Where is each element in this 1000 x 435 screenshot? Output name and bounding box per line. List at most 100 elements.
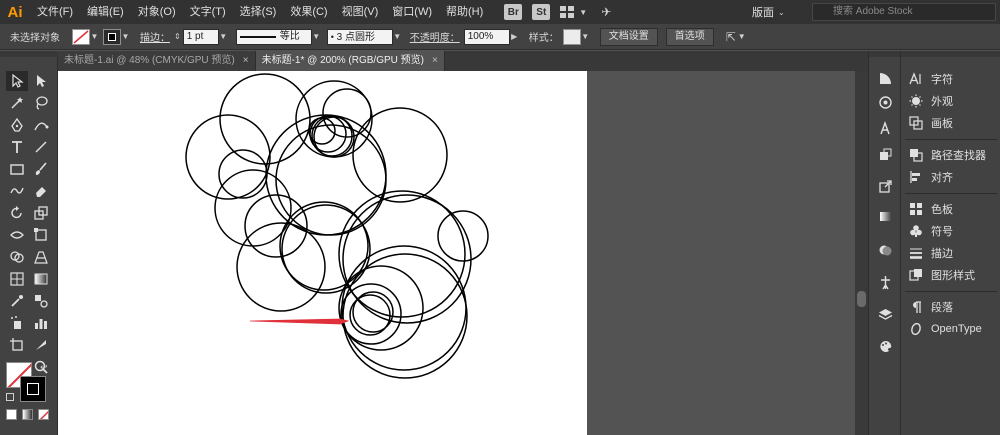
free-transform-tool-icon[interactable] <box>30 225 52 245</box>
fill-swatch[interactable] <box>72 28 90 45</box>
transparency-icon[interactable] <box>875 241 895 259</box>
panel-paragraph[interactable]: 段落 <box>909 297 953 317</box>
menu-window[interactable]: 窗口(W) <box>385 0 439 24</box>
menu-help[interactable]: 帮助(H) <box>439 0 490 24</box>
selection-tool-icon[interactable] <box>6 71 28 91</box>
color-palette-icon[interactable] <box>875 337 895 355</box>
search-input[interactable]: 搜索 Adobe Stock <box>812 3 996 21</box>
line-tool-icon[interactable] <box>30 137 52 157</box>
puppet-warp-icon[interactable] <box>875 273 895 291</box>
character-styles-icon[interactable] <box>875 119 895 137</box>
perspective-grid-tool-icon[interactable] <box>30 247 52 267</box>
panel-artboards[interactable]: 画板 <box>909 113 953 133</box>
stepper-icon[interactable]: ⇕ <box>174 32 181 41</box>
panel-opentype[interactable]: OpenType <box>909 319 982 339</box>
menu-object[interactable]: 对象(O) <box>131 0 183 24</box>
gradient-panel-icon[interactable] <box>875 207 895 225</box>
appearance-eye-icon[interactable] <box>875 93 895 111</box>
brush-definition[interactable]: • 3 点圆形 <box>326 28 393 45</box>
bridge-button[interactable]: Br <box>504 4 523 20</box>
close-icon[interactable]: × <box>432 51 438 71</box>
artboard[interactable] <box>58 71 587 435</box>
mesh-tool-icon[interactable] <box>6 269 28 289</box>
chevron-down-icon[interactable]: ▼ <box>738 32 746 41</box>
image-trace-icon[interactable] <box>875 145 895 163</box>
export-icon[interactable] <box>875 177 895 195</box>
panel-stroke[interactable]: 描边 <box>909 243 953 263</box>
close-icon[interactable]: × <box>243 51 249 71</box>
menu-file[interactable]: 文件(F) <box>30 0 80 24</box>
eraser-tool-icon[interactable] <box>30 181 52 201</box>
menu-edit[interactable]: 编辑(E) <box>80 0 131 24</box>
scale-tool-icon[interactable] <box>30 203 52 223</box>
panel-pathfinder[interactable]: 路径查找器 <box>909 145 986 165</box>
default-fill-stroke-icon[interactable] <box>6 393 14 401</box>
opacity-label[interactable]: 不透明度： <box>410 29 460 44</box>
quick-actions-icon[interactable]: ⇱ <box>726 30 736 44</box>
chevron-down-icon[interactable]: ▼ <box>90 29 99 45</box>
tab-document-1[interactable]: 未标题-1.ai @ 48% (CMYK/GPU 预览) × <box>58 51 256 71</box>
pen-tool-icon[interactable] <box>6 115 28 135</box>
shaper-tool-icon[interactable] <box>6 181 28 201</box>
chevron-down-icon[interactable]: ▼ <box>312 29 321 45</box>
slice-tool-icon[interactable] <box>30 335 52 355</box>
chevron-down-icon[interactable]: ▼ <box>219 29 228 45</box>
gpu-performance-icon[interactable]: ✈ <box>601 5 611 19</box>
canvas-area[interactable] <box>58 71 855 435</box>
stroke-weight-field[interactable]: 1 pt <box>182 28 219 45</box>
stroke-swatch[interactable] <box>103 28 121 45</box>
chevron-down-icon[interactable]: ▼ <box>581 29 590 45</box>
arrange-documents-icon[interactable] <box>560 5 576 19</box>
panel-symbols[interactable]: 符号 <box>909 221 953 241</box>
panel-swatches[interactable]: 色板 <box>909 199 953 219</box>
symbol-sprayer-tool-icon[interactable] <box>6 313 28 333</box>
gradient-mode-icon[interactable] <box>22 409 33 420</box>
type-tool-icon[interactable] <box>6 137 28 157</box>
opacity-field[interactable]: 100% <box>463 28 510 45</box>
workspace-switcher[interactable]: 版面 ⌄ <box>752 3 802 21</box>
gradient-tool-icon[interactable] <box>30 269 52 289</box>
curvature-tool-icon[interactable] <box>30 115 52 135</box>
stroke-label[interactable]: 描边： <box>140 29 170 44</box>
width-tool-icon[interactable] <box>6 225 28 245</box>
graphic-style-swatch[interactable] <box>562 28 581 45</box>
color-guide-icon[interactable] <box>875 69 895 87</box>
direct-selection-tool-icon[interactable] <box>30 71 52 91</box>
panel-align[interactable]: 对齐 <box>909 167 953 187</box>
panel-graphic-styles[interactable]: 图形样式 <box>909 265 975 285</box>
preferences-button[interactable]: 首选项 <box>665 27 714 46</box>
blend-tool-icon[interactable] <box>30 291 52 311</box>
menu-view[interactable]: 视图(V) <box>335 0 386 24</box>
document-setup-button[interactable]: 文档设置 <box>599 27 658 46</box>
chevron-right-icon[interactable]: ▶ <box>510 29 519 45</box>
menu-select[interactable]: 选择(S) <box>233 0 284 24</box>
panel-character[interactable]: 字符 <box>909 69 953 89</box>
swap-fill-stroke-icon[interactable]: ↩ <box>40 362 48 373</box>
variable-width-profile[interactable]: 等比 <box>235 28 312 45</box>
chevron-down-icon[interactable]: ▼ <box>393 29 402 45</box>
stroke-color-swatch[interactable] <box>20 376 46 402</box>
none-mode-icon[interactable] <box>38 409 49 420</box>
paintbrush-tool-icon[interactable] <box>30 159 52 179</box>
column-graph-tool-icon[interactable] <box>30 313 52 333</box>
layers-icon[interactable] <box>875 305 895 323</box>
magic-wand-tool-icon[interactable] <box>6 93 28 113</box>
chevron-down-icon: ⌄ <box>778 7 785 17</box>
color-mode-icon[interactable] <box>6 409 17 420</box>
rectangle-tool-icon[interactable] <box>6 159 28 179</box>
shape-builder-tool-icon[interactable] <box>6 247 28 267</box>
vertical-scrollbar[interactable] <box>855 71 868 435</box>
tab-document-2[interactable]: 未标题-1* @ 200% (RGB/GPU 预览) × <box>255 51 445 71</box>
panel-appearance[interactable]: 外观 <box>909 91 953 111</box>
menu-type[interactable]: 文字(T) <box>183 0 233 24</box>
artboard-tool-icon[interactable] <box>6 335 28 355</box>
panel-label: 色板 <box>931 204 953 216</box>
eyedropper-tool-icon[interactable] <box>6 291 28 311</box>
scroll-thumb[interactable] <box>857 291 866 307</box>
menu-effect[interactable]: 效果(C) <box>283 0 334 24</box>
chevron-down-icon[interactable]: ▼ <box>579 8 587 17</box>
rotate-tool-icon[interactable] <box>6 203 28 223</box>
chevron-down-icon[interactable]: ▼ <box>121 29 130 45</box>
stock-button[interactable]: St <box>532 4 551 20</box>
lasso-tool-icon[interactable] <box>30 93 52 113</box>
